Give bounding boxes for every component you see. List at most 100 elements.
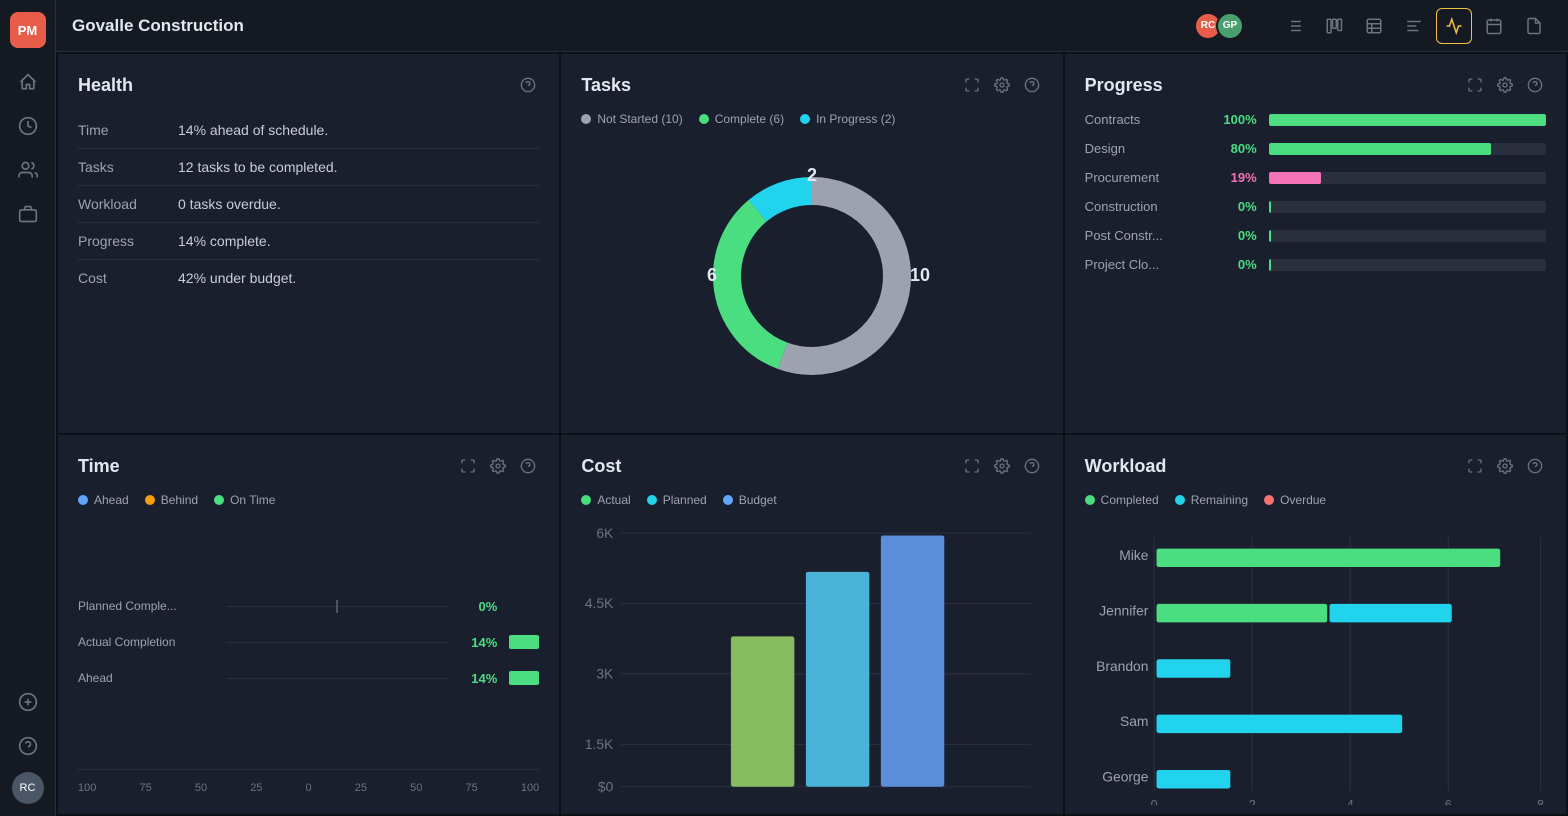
cost-settings-btn[interactable] [991,455,1013,477]
progress-title: Progress [1085,75,1464,96]
tasks-expand-btn[interactable] [961,74,983,96]
avatar-gp[interactable]: GP [1216,12,1244,40]
cost-actions [961,455,1043,477]
cost-help-btn[interactable] [1021,455,1043,477]
app-logo[interactable]: PM [10,12,46,48]
view-nav [1276,8,1552,44]
progress-row-item: Project Clo... 0% [1085,257,1546,272]
dashboard: Health Time14% ahead of schedule.Tasks12… [56,52,1568,816]
cost-expand-btn[interactable] [961,455,983,477]
task-legend-item: Complete (6) [699,112,784,126]
legend-actual: Actual [581,493,630,507]
progress-help-btn[interactable] [1524,74,1546,96]
health-row: Time14% ahead of schedule. [78,112,539,149]
list-view-btn[interactable] [1276,8,1312,44]
time-panel: Time Ahead [58,435,559,814]
tasks-title: Tasks [581,75,960,96]
health-panel: Health Time14% ahead of schedule.Tasks12… [58,54,559,433]
legend-behind: Behind [145,493,198,507]
tasks-header: Tasks [581,74,1042,96]
workload-settings-btn[interactable] [1494,455,1516,477]
tasks-help-btn[interactable] [1021,74,1043,96]
table-view-btn[interactable] [1356,8,1392,44]
workload-expand-btn[interactable] [1464,455,1486,477]
progress-expand-btn[interactable] [1464,74,1486,96]
chart-view-btn[interactable] [1436,8,1472,44]
svg-text:6K: 6K [597,525,615,541]
time-row-actual: Actual Completion 14% [78,632,539,652]
task-legend-item: In Progress (2) [800,112,895,126]
svg-text:6: 6 [707,265,717,285]
svg-text:6: 6 [1444,798,1451,805]
health-row: Cost42% under budget. [78,260,539,297]
svg-text:Mike: Mike [1119,547,1149,563]
workload-actions [1464,455,1546,477]
legend-ontime: On Time [214,493,275,507]
progress-settings-btn[interactable] [1494,74,1516,96]
workload-header: Workload [1085,455,1546,477]
legend-ahead: Ahead [78,493,129,507]
sidebar-add[interactable] [10,684,46,720]
progress-panel: Progress Contracts 100% Design [1065,54,1566,433]
tasks-legend: Not Started (10) Complete (6) In Progress … [581,112,1042,126]
health-actions [517,74,539,96]
health-help-btn[interactable] [517,74,539,96]
svg-text:Brandon: Brandon [1096,658,1148,674]
tasks-panel: Tasks Not Started (10) Complete (6) In Pro… [561,54,1062,433]
time-title: Time [78,456,457,477]
health-header: Health [78,74,539,96]
time-row-ahead: Ahead 14% [78,668,539,688]
calendar-view-btn[interactable] [1476,8,1512,44]
sidebar-help[interactable] [10,728,46,764]
time-help-btn[interactable] [517,455,539,477]
tasks-settings-btn[interactable] [991,74,1013,96]
time-actions [457,455,539,477]
health-row: Workload0 tasks overdue. [78,186,539,223]
board-view-btn[interactable] [1316,8,1352,44]
time-expand-btn[interactable] [457,455,479,477]
legend-budget: Budget [723,493,777,507]
user-avatar[interactable]: RC [12,772,44,804]
legend-planned: Planned [647,493,707,507]
time-settings-btn[interactable] [487,455,509,477]
svg-text:1.5K: 1.5K [585,736,614,752]
legend-overdue: Overdue [1264,493,1326,507]
progress-row-item: Contracts 100% [1085,112,1546,127]
workload-panel: Workload Completed [1065,435,1566,814]
svg-text:4.5K: 4.5K [585,595,614,611]
cost-legend: Actual Planned Budget [581,493,1042,507]
docs-view-btn[interactable] [1516,8,1552,44]
sidebar-activity[interactable] [10,108,46,144]
cost-header: Cost [581,455,1042,477]
legend-completed: Completed [1085,493,1159,507]
sidebar-portfolio[interactable] [10,196,46,232]
health-table: Time14% ahead of schedule.Tasks12 tasks … [78,112,539,296]
sidebar-home[interactable] [10,64,46,100]
topbar: Govalle Construction RC GP [56,0,1568,52]
health-title: Health [78,75,517,96]
svg-text:2: 2 [807,165,817,185]
progress-row-item: Construction 0% [1085,199,1546,214]
workload-title: Workload [1085,456,1464,477]
time-row-planned: Planned Comple... 0% [78,596,539,616]
progress-row-item: Post Constr... 0% [1085,228,1546,243]
time-header: Time [78,455,539,477]
sidebar-people[interactable] [10,152,46,188]
progress-row-item: Design 80% [1085,141,1546,156]
workload-legend: Completed Remaining Overdue [1085,493,1546,507]
cost-panel: Cost Actual [561,435,1062,814]
gantt-view-btn[interactable] [1396,8,1432,44]
tasks-donut: 6 10 2 [581,138,1042,413]
progress-rows: Contracts 100% Design 80% Procurement 19… [1085,112,1546,413]
health-row: Tasks12 tasks to be completed. [78,149,539,186]
cost-chart-area: 6K 4.5K 3K 1.5K $0 [581,519,1042,801]
main-content: Govalle Construction RC GP [56,0,1568,816]
workload-help-btn[interactable] [1524,455,1546,477]
time-legend: Ahead Behind On Time [78,493,539,507]
time-axis: 100 75 50 25 0 25 50 75 100 [78,769,539,794]
svg-text:George: George [1102,769,1148,785]
tasks-actions [961,74,1043,96]
progress-actions [1464,74,1546,96]
task-legend-item: Not Started (10) [581,112,682,126]
progress-header: Progress [1085,74,1546,96]
